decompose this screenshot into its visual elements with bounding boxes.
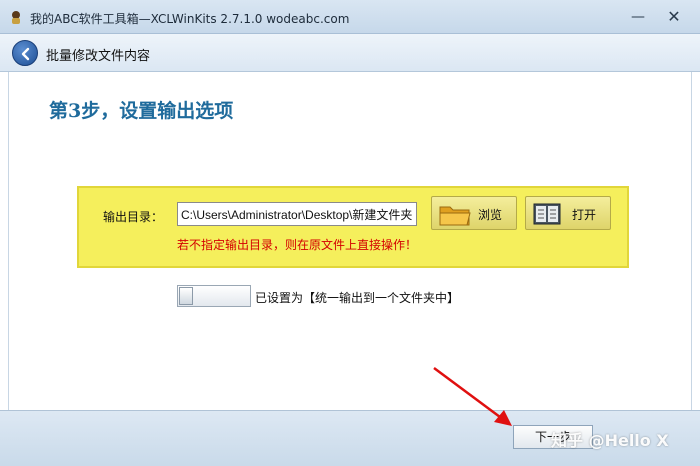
step-heading: 第3步，设置输出选项: [49, 100, 234, 122]
open-label: 打开: [572, 208, 597, 222]
browse-label: 浏览: [478, 208, 503, 222]
close-button[interactable]: ✕: [662, 6, 686, 28]
watermark: 知乎 @Hello X: [551, 431, 669, 450]
nav-bar: 批量修改文件内容: [0, 34, 700, 72]
browse-button[interactable]: 浏览: [431, 196, 517, 230]
minimize-button[interactable]: —: [626, 6, 650, 28]
output-mode-label: 已设置为【统一输出到一个文件夹中】: [255, 291, 460, 305]
main-content: 第3步，设置输出选项 输出目录： C:\Users\Administrator\…: [8, 72, 692, 410]
output-panel: 输出目录： C:\Users\Administrator\Desktop\新建文…: [77, 186, 629, 268]
annotation-arrow: [433, 366, 512, 426]
page-title: 批量修改文件内容: [46, 49, 151, 64]
output-mode-toggle[interactable]: [177, 285, 251, 307]
window-title: 我的ABC软件工具箱—XCLWinKits 2.7.1.0 wodeabc.co…: [30, 12, 350, 26]
toggle-knob[interactable]: [179, 287, 193, 305]
open-button[interactable]: 打开: [525, 196, 611, 230]
app-logo-icon: [12, 11, 20, 24]
output-dir-label: 输出目录：: [103, 210, 164, 224]
back-arrow-icon: [21, 47, 30, 61]
book-icon: [533, 203, 561, 225]
output-path-input[interactable]: C:\Users\Administrator\Desktop\新建文件夹: [177, 202, 417, 226]
folder-icon: [439, 206, 471, 226]
warning-text: 若不指定输出目录，则在原文件上直接操作！: [177, 238, 418, 252]
title-bar: 我的ABC软件工具箱—XCLWinKits 2.7.1.0 wodeabc.co…: [0, 0, 700, 34]
back-button[interactable]: [12, 40, 38, 66]
